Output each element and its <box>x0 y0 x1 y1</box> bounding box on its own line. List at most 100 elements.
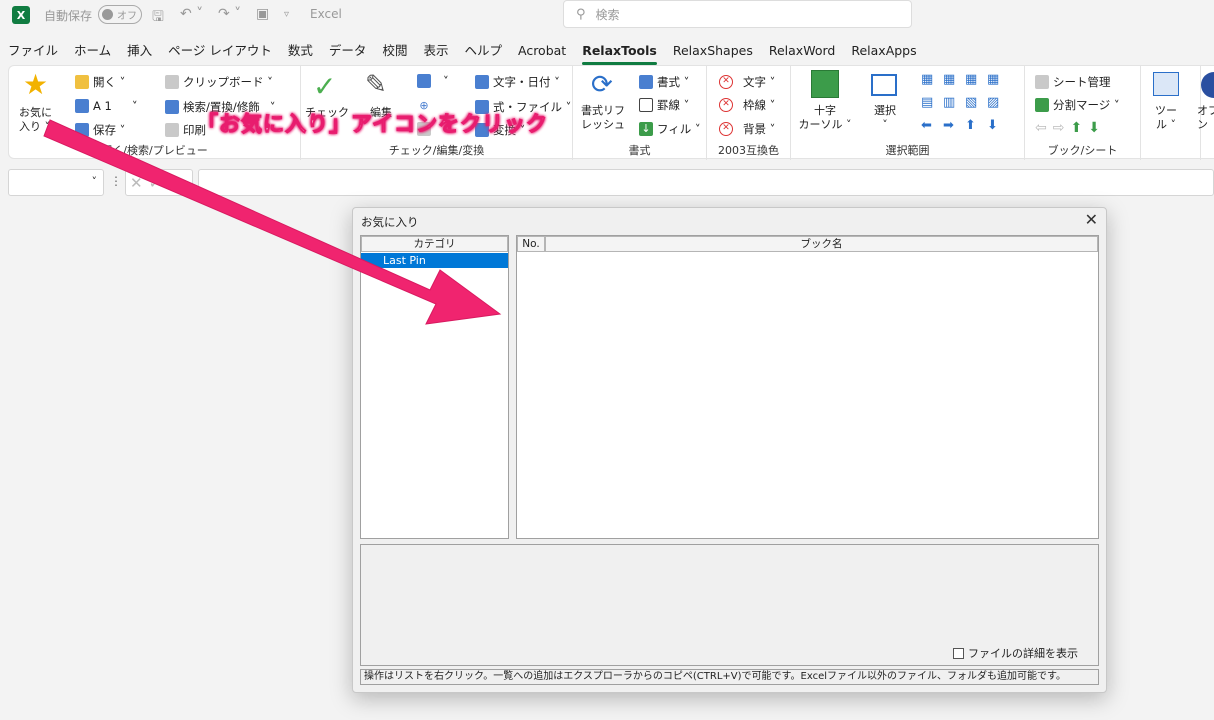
tab-1[interactable]: ホーム <box>66 40 119 64</box>
arrow-right-icon[interactable]: ➡ <box>943 118 965 133</box>
tab-10[interactable]: RelaxTools <box>574 40 665 65</box>
star-favorites-icon[interactable]: ★ <box>23 71 48 99</box>
arrow-down-icon[interactable]: ⬇ <box>1088 120 1106 136</box>
grid-icon[interactable]: ▧ <box>965 95 987 110</box>
arrow-up-icon[interactable]: ⬆ <box>1070 120 1088 136</box>
detail-checkbox-label: ファイルの詳細を表示 <box>968 647 1078 660</box>
detail-checkbox[interactable]: ファイルの詳細を表示 <box>953 645 1078 661</box>
option-button[interactable]: オプ ン <box>1197 104 1214 132</box>
tab-4[interactable]: 数式 <box>280 40 321 64</box>
name-box[interactable]: ˅ <box>8 169 104 196</box>
undo-icon[interactable]: ↶ ˅ <box>180 6 203 22</box>
tab-12[interactable]: RelaxWord <box>761 40 843 64</box>
group-tools: ツー ル ˅ <box>1141 66 1201 160</box>
background-color-button[interactable]: ✕ 背景 ˅ <box>719 121 775 137</box>
grid-icon[interactable]: ▦ <box>921 72 943 87</box>
category-list[interactable]: カテゴリ Last Pin <box>360 235 509 539</box>
grid-icon[interactable]: ▦ <box>987 72 1009 87</box>
search-input[interactable]: ⚲ 検索 <box>563 0 912 28</box>
cross-cursor-icon[interactable] <box>811 70 839 98</box>
text-color-button[interactable]: ✕ 文字 ˅ <box>719 74 775 90</box>
detail-pane: ファイルの詳細を表示 <box>360 544 1099 666</box>
book-list[interactable]: No. ブック名 <box>516 235 1099 539</box>
tab-7[interactable]: 表示 <box>415 40 456 64</box>
split-icon <box>1035 98 1049 112</box>
customize-qat-icon[interactable]: ▿ <box>284 9 289 20</box>
split-merge-button[interactable]: 分割マージ ˅ <box>1035 97 1120 113</box>
refresh-icon[interactable]: ⟳ <box>591 70 613 100</box>
pencil-icon[interactable]: ✎ <box>365 70 387 100</box>
fill-button[interactable]: ↓ フィル ˅ <box>639 121 701 137</box>
category-header[interactable]: カテゴリ <box>361 236 508 252</box>
clipboard-icon[interactable]: ▣ <box>256 6 269 22</box>
group-label: 書式 <box>628 144 651 157</box>
excel-logo-icon: X <box>12 6 30 24</box>
save-icon[interactable]: 🖫 <box>152 6 164 30</box>
fx-icon[interactable]: fx <box>167 175 179 190</box>
binoculars-icon <box>165 100 179 114</box>
option-globe-icon[interactable] <box>1201 72 1214 98</box>
tab-2[interactable]: 挿入 <box>119 40 160 64</box>
checkbox-box[interactable] <box>953 647 964 659</box>
format-button[interactable]: 書式 ˅ <box>639 74 689 90</box>
formula-input[interactable] <box>198 169 1214 196</box>
redo-icon[interactable]: ↷ ˅ <box>218 6 241 22</box>
book-list-header: No. ブック名 <box>517 236 1098 252</box>
tab-8[interactable]: ヘルプ <box>456 40 510 64</box>
select-button[interactable]: 選択 ˅ <box>865 104 905 132</box>
clipboard-icon <box>165 75 179 89</box>
cancel-icon[interactable]: ✕ <box>130 174 143 192</box>
tab-9[interactable]: Acrobat <box>510 40 574 64</box>
grid-icon[interactable]: ▦ <box>943 72 965 87</box>
enter-icon[interactable]: ✓ <box>149 174 162 192</box>
chevron-down-icon: ˅ <box>91 175 98 188</box>
close-icon[interactable]: ✕ <box>1085 210 1098 229</box>
grid-icon[interactable]: ▥ <box>943 95 965 110</box>
page-icon-button[interactable]: ˅ <box>417 74 449 88</box>
favorites-button[interactable]: お気に 入り ˅ <box>19 106 59 134</box>
check-mark-icon[interactable]: ✓ <box>313 70 336 103</box>
tab-6[interactable]: 校閲 <box>374 40 415 64</box>
text-date-button[interactable]: 文字・日付 ˅ <box>475 74 560 90</box>
arrow-up-icon[interactable]: ⬆ <box>965 118 987 133</box>
clipboard-button[interactable]: クリップボード ˅ <box>165 74 273 90</box>
tool-icon[interactable] <box>1153 72 1179 96</box>
frame-color-button[interactable]: ✕ 枠線 ˅ <box>719 97 775 113</box>
tab-11[interactable]: RelaxShapes <box>665 40 761 64</box>
grid-icon[interactable]: ▤ <box>921 95 943 110</box>
no-column-header[interactable]: No. <box>517 236 545 252</box>
title-bar: X 自動保存 オフ 🖫 ↶ ˅ ↷ ˅ ▣ ▿ Excel ⚲ 検索 <box>0 0 1214 30</box>
ribbon: ★ お気に 入り ˅ 開く ˅ A 1 ˅ 保存 ˅ クリップボード ˅ 検索/置… <box>8 65 1214 160</box>
book-name-column-header[interactable]: ブック名 <box>545 236 1098 252</box>
tab-0[interactable]: ファイル <box>0 40 66 64</box>
arrow-right-icon[interactable]: ⇨ <box>1053 120 1071 136</box>
tab-13[interactable]: RelaxApps <box>843 40 924 64</box>
text-date-icon <box>475 75 489 89</box>
sheet-manage-button[interactable]: シート管理 <box>1035 74 1111 90</box>
autosave-label: 自動保存 <box>44 9 93 23</box>
tab-5[interactable]: データ <box>321 40 375 64</box>
search-icon: ⚲ <box>576 6 586 22</box>
category-item[interactable]: Last Pin <box>361 253 508 268</box>
cross-cursor-button[interactable]: 十字 カーソル ˅ <box>797 104 853 132</box>
border-button[interactable]: 罫線 ˅ <box>639 97 689 113</box>
group-label: 2003互換色 <box>718 144 779 157</box>
dialog-title: お気に入り <box>361 215 419 229</box>
fill-down-icon: ↓ <box>639 122 653 136</box>
autosave-toggle[interactable]: オフ <box>98 5 142 24</box>
arrow-left-icon[interactable]: ⇦ <box>1035 120 1053 136</box>
tab-3[interactable]: ページ レイアウト <box>160 40 280 64</box>
a1-button[interactable]: A 1 ˅ <box>75 99 138 113</box>
grid-icon[interactable]: ▨ <box>987 95 1009 110</box>
grid-icon[interactable]: ▦ <box>965 72 987 87</box>
format-refresh-button[interactable]: 書式リフ レッシュ <box>577 104 629 132</box>
page-icon <box>417 74 431 88</box>
tool-button[interactable]: ツー ル ˅ <box>1149 104 1183 132</box>
app-name: Excel <box>310 7 342 21</box>
arrow-down-icon[interactable]: ⬇ <box>987 118 1009 133</box>
select-range-icon[interactable] <box>871 74 897 96</box>
open-button[interactable]: 開く ˅ <box>75 74 125 90</box>
arrow-left-icon[interactable]: ⬅ <box>921 118 943 133</box>
sheet-nav-arrows: ⇦⇨⬆⬇ <box>1035 120 1106 136</box>
save-button[interactable]: 保存 ˅ <box>75 122 125 138</box>
